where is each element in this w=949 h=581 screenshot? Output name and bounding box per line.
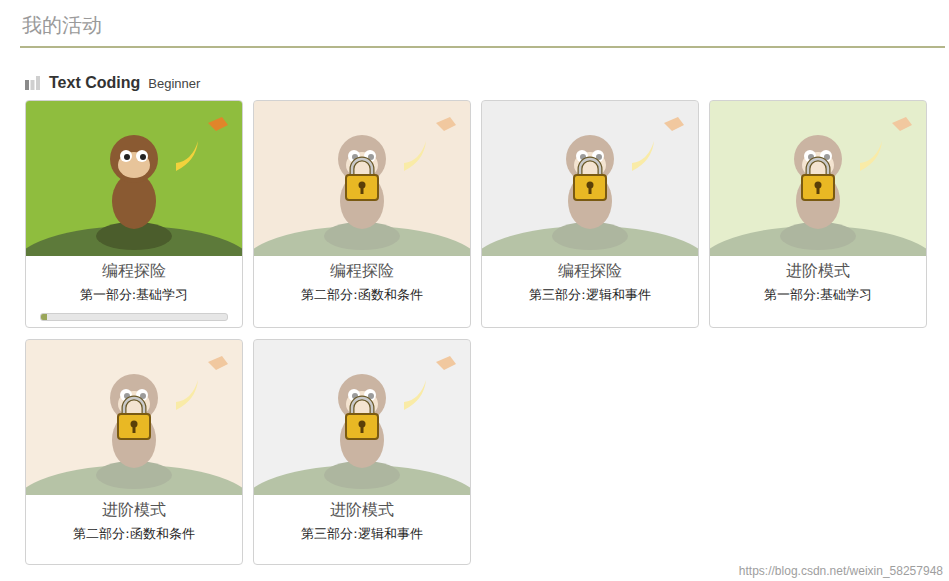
card-info: 编程探险第一部分:基础学习 xyxy=(26,256,242,327)
card-picture xyxy=(710,101,926,256)
activity-card[interactable]: 编程探险第二部分:函数和条件 xyxy=(253,100,471,328)
activity-card[interactable]: 进阶模式第三部分:逻辑和事件 xyxy=(253,339,471,565)
card-title: 进阶模式 xyxy=(786,259,850,283)
activity-card[interactable]: 进阶模式第一部分:基础学习 xyxy=(709,100,927,328)
lock-icon xyxy=(343,156,381,202)
card-subtitle: 第三部分:逻辑和事件 xyxy=(529,285,650,305)
card-info: 进阶模式第二部分:函数和条件 xyxy=(26,495,242,550)
card-title: 进阶模式 xyxy=(330,498,394,522)
activity-card[interactable]: 编程探险第三部分:逻辑和事件 xyxy=(481,100,699,328)
card-title: 进阶模式 xyxy=(102,498,166,522)
card-picture xyxy=(26,340,242,495)
card-title: 编程探险 xyxy=(102,259,166,283)
activity-card[interactable]: 编程探险第一部分:基础学习 xyxy=(25,100,243,328)
watermark: https://blog.csdn.net/weixin_58257948 xyxy=(739,564,943,578)
card-picture xyxy=(482,101,698,256)
lock-icon xyxy=(571,156,609,202)
card-picture xyxy=(254,340,470,495)
progress-bar xyxy=(40,313,228,321)
lock-icon xyxy=(343,395,381,441)
card-subtitle: 第二部分:函数和条件 xyxy=(73,524,194,544)
character-picture-icon xyxy=(26,101,242,256)
section-level: Beginner xyxy=(148,76,200,91)
activities-page: 我的活动Text CodingBeginner编程探险第一部分:基础学习编程探险… xyxy=(0,0,949,581)
lock-icon xyxy=(115,395,153,441)
section-title: Text Coding xyxy=(49,74,140,92)
card-subtitle: 第三部分:逻辑和事件 xyxy=(301,524,422,544)
card-info: 编程探险第二部分:函数和条件 xyxy=(254,256,470,311)
page-title: 我的活动 xyxy=(20,8,945,48)
lock-icon xyxy=(799,156,837,202)
card-grid: 编程探险第一部分:基础学习编程探险第二部分:函数和条件编程探险第三部分:逻辑和事… xyxy=(20,100,945,565)
difficulty-bars-icon xyxy=(25,76,41,90)
card-picture xyxy=(254,101,470,256)
activity-card[interactable]: 进阶模式第二部分:函数和条件 xyxy=(25,339,243,565)
card-info: 进阶模式第三部分:逻辑和事件 xyxy=(254,495,470,550)
card-subtitle: 第一部分:基础学习 xyxy=(764,285,872,305)
card-subtitle: 第二部分:函数和条件 xyxy=(301,285,422,305)
section-header: Text Coding Beginner xyxy=(20,48,945,100)
card-title: 编程探险 xyxy=(558,259,622,283)
card-title: 编程探险 xyxy=(330,259,394,283)
card-info: 进阶模式第一部分:基础学习 xyxy=(710,256,926,311)
card-subtitle: 第一部分:基础学习 xyxy=(80,285,188,305)
progress-fill xyxy=(41,314,47,320)
card-info: 编程探险第三部分:逻辑和事件 xyxy=(482,256,698,311)
card-picture xyxy=(26,101,242,256)
